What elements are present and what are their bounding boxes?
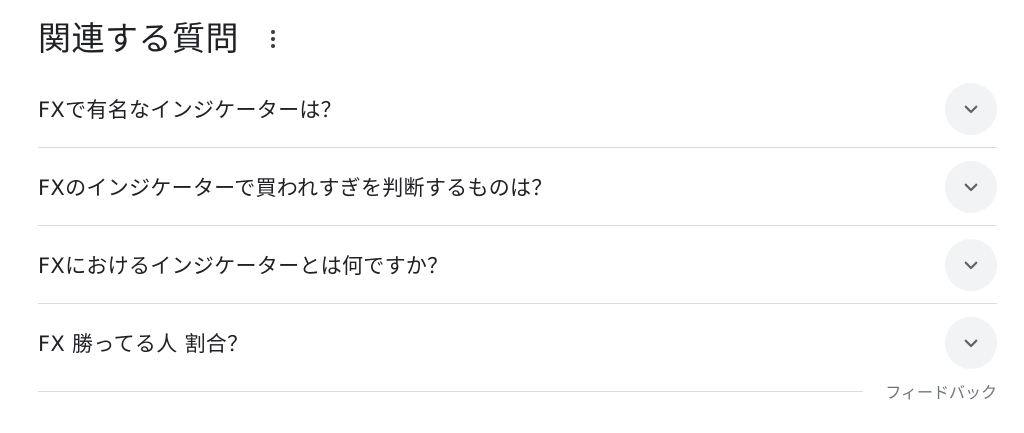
related-questions-header: 関連する質問 [38,14,285,64]
expand-button[interactable] [945,160,997,213]
expand-button[interactable] [945,316,997,369]
expand-button[interactable] [945,238,997,291]
question-text: FXのインジケーターで買われすぎを判断するものは？ [38,175,553,200]
feedback-link[interactable]: フィードバック [885,379,997,403]
chevron-down-icon [964,105,978,113]
question-item[interactable]: FX 勝ってる人 割合？ [38,304,997,381]
divider [38,390,864,392]
more-options-button[interactable] [261,19,285,59]
question-item[interactable]: FXで有名なインジケーターは？ [38,70,997,148]
question-text: FX 勝ってる人 割合？ [38,331,249,356]
feedback-row: フィードバック [38,376,997,406]
question-item[interactable]: FXにおけるインジケーターとは何ですか？ [38,226,997,304]
question-text: FXにおけるインジケーターとは何ですか？ [38,253,449,278]
expand-button[interactable] [945,82,997,135]
chevron-down-icon [964,183,978,191]
chevron-down-icon [964,261,978,269]
related-questions-list: FXで有名なインジケーターは？ FXのインジケーターで買われすぎを判断するものは… [38,70,997,381]
question-text: FXで有名なインジケーターは？ [38,97,342,122]
chevron-down-icon [964,339,978,347]
more-vert-icon [271,30,275,34]
question-item[interactable]: FXのインジケーターで買われすぎを判断するものは？ [38,148,997,226]
section-title: 関連する質問 [38,19,239,58]
